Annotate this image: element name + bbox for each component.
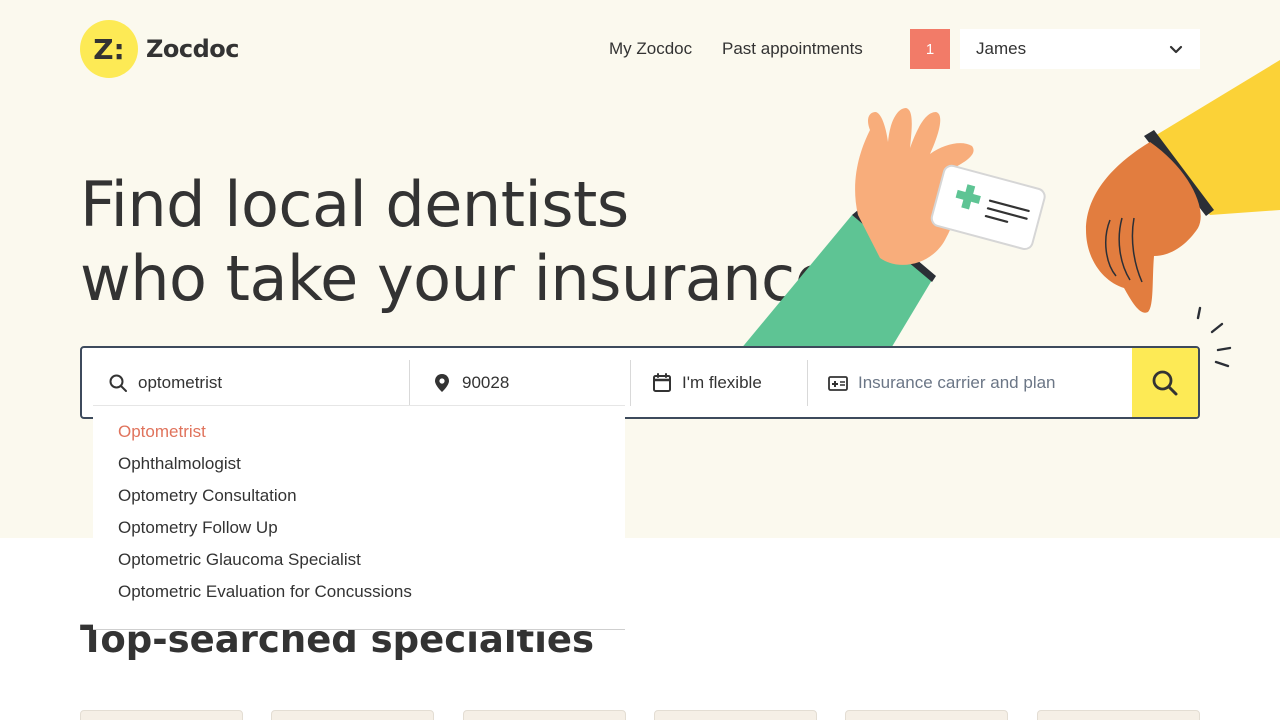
insurance-card-hands-illustration [740, 60, 1280, 368]
logo-mark: Z: [80, 20, 138, 78]
location-pin-icon [435, 373, 449, 392]
suggestion-item[interactable]: Optometry Follow Up [93, 517, 625, 549]
suggestion-item[interactable]: Optometry Consultation [93, 485, 625, 517]
insurance-field[interactable] [828, 348, 1128, 417]
specialty-input[interactable] [138, 372, 358, 393]
specialty-card[interactable] [1037, 710, 1200, 720]
search-icon [109, 374, 127, 392]
search-divider [409, 360, 410, 406]
suggestion-item[interactable]: Optometric Evaluation for Concussions [93, 581, 625, 613]
specialty-card[interactable] [271, 710, 434, 720]
calendar-icon [653, 372, 671, 392]
logo-text: Zocdoc [146, 35, 240, 63]
specialty-suggestions-dropdown: Optometrist Ophthalmologist Optometry Co… [93, 405, 625, 630]
location-input[interactable] [462, 372, 682, 393]
suggestion-item[interactable]: Optometric Glaucoma Specialist [93, 549, 625, 581]
suggestion-item[interactable]: Optometrist [93, 421, 625, 453]
specialty-card[interactable] [463, 710, 626, 720]
insurance-input[interactable] [858, 372, 1078, 393]
search-divider [630, 360, 631, 406]
suggestion-item[interactable]: Ophthalmologist [93, 453, 625, 485]
specialty-card[interactable] [654, 710, 817, 720]
specialty-card[interactable] [80, 710, 243, 720]
search-divider [807, 360, 808, 406]
my-zocdoc-link[interactable]: My Zocdoc [609, 39, 692, 59]
headline-line-2: who take your insurance [80, 242, 833, 315]
search-icon [1152, 370, 1178, 395]
headline-line-1: Find local dentists [80, 168, 629, 241]
date-field[interactable]: I'm flexible [652, 348, 802, 417]
zocdoc-logo[interactable]: Z: Zocdoc [80, 20, 240, 78]
insurance-card-icon [828, 375, 848, 391]
hero-headline: Find local dentists who take your insura… [80, 168, 833, 316]
search-button[interactable] [1132, 348, 1198, 417]
date-label: I'm flexible [682, 372, 762, 392]
specialty-card[interactable] [845, 710, 1008, 720]
